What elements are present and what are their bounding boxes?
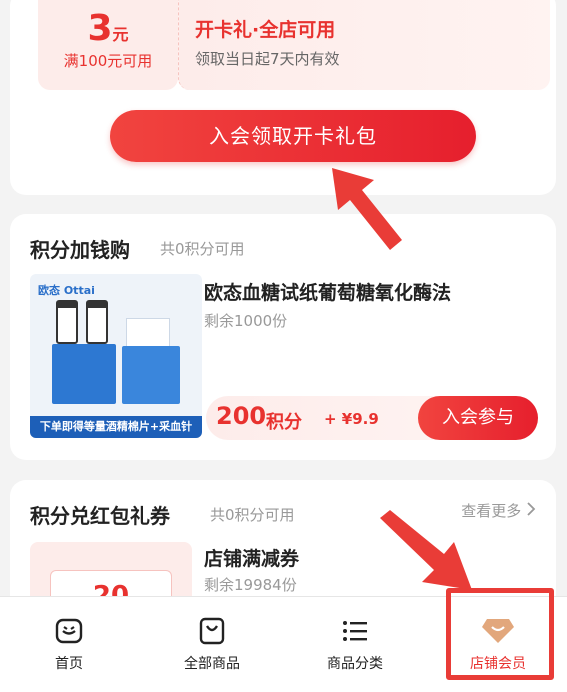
chevron-right-icon: [526, 502, 536, 520]
coupon-remaining: 剩余19984份: [204, 576, 297, 594]
points-unit: 积分: [266, 412, 302, 433]
coupon-amount-number: 3: [87, 8, 113, 49]
points-cash-section: 积分加钱购 共0积分可用 欧态 Ottai 下单即得等量酒精棉片+采血针 欧态血…: [10, 214, 556, 460]
tab-home[interactable]: 首页: [14, 597, 124, 692]
points-available: 共0积分可用: [210, 506, 295, 524]
points-price: 200: [216, 402, 267, 430]
tab-label: 商品分类: [327, 656, 383, 672]
coupon-title: 开卡礼·全店可用: [195, 19, 336, 41]
join-participate-button[interactable]: 入会参与: [418, 396, 538, 440]
product-image[interactable]: 欧态 Ottai 下单即得等量酒精棉片+采血针: [30, 274, 202, 438]
bag-icon: [199, 617, 225, 645]
coupon-value-panel: 3元 满100元可用: [38, 0, 178, 90]
coupon-name[interactable]: 店铺满减券: [204, 544, 299, 571]
annotation-highlight-box: [446, 588, 554, 680]
coupon-amount: 3元: [38, 8, 178, 49]
product-name[interactable]: 欧态血糖试纸葡萄糖氧化酶法: [204, 278, 451, 305]
test-strip-bottle-image: [86, 300, 108, 344]
test-strip-bottle-image: [56, 300, 78, 344]
tab-categories[interactable]: 商品分类: [300, 597, 410, 692]
cash-price: + ¥9.9: [324, 410, 379, 428]
price-pill: 200 积分 + ¥9.9 入会参与: [206, 396, 538, 440]
coupon-condition: 满100元可用: [63, 52, 153, 70]
coupon-info-panel: 开卡礼·全店可用 领取当日起7天内有效: [178, 0, 550, 90]
product-brand-logo: 欧态 Ottai: [38, 284, 95, 297]
product-box-image: [52, 344, 116, 404]
product-box-image: [122, 346, 180, 404]
tab-label: 首页: [55, 656, 83, 672]
product-remaining: 剩余1000份: [204, 312, 288, 330]
product-box-image: [126, 318, 170, 348]
points-available: 共0积分可用: [160, 240, 245, 258]
product-promo-banner: 下单即得等量酒精棉片+采血针: [30, 416, 202, 438]
tab-all-products[interactable]: 全部商品: [157, 597, 267, 692]
home-icon: [55, 618, 83, 644]
membership-gift-card: 3元 满100元可用 开卡礼·全店可用 领取当日起7天内有效 入会领取开卡礼包: [10, 0, 556, 195]
annotation-arrow-icon: [380, 510, 472, 590]
coupon-amount-unit: 元: [112, 25, 129, 44]
tab-label: 全部商品: [184, 656, 240, 672]
join-claim-gift-button[interactable]: 入会领取开卡礼包: [110, 110, 476, 162]
section-title: 积分加钱购: [30, 238, 130, 262]
list-icon: [343, 621, 367, 641]
coupon-validity: 领取当日起7天内有效: [195, 50, 340, 68]
annotation-arrow-icon: [332, 168, 402, 250]
section-title: 积分兑红包礼券: [30, 504, 170, 528]
